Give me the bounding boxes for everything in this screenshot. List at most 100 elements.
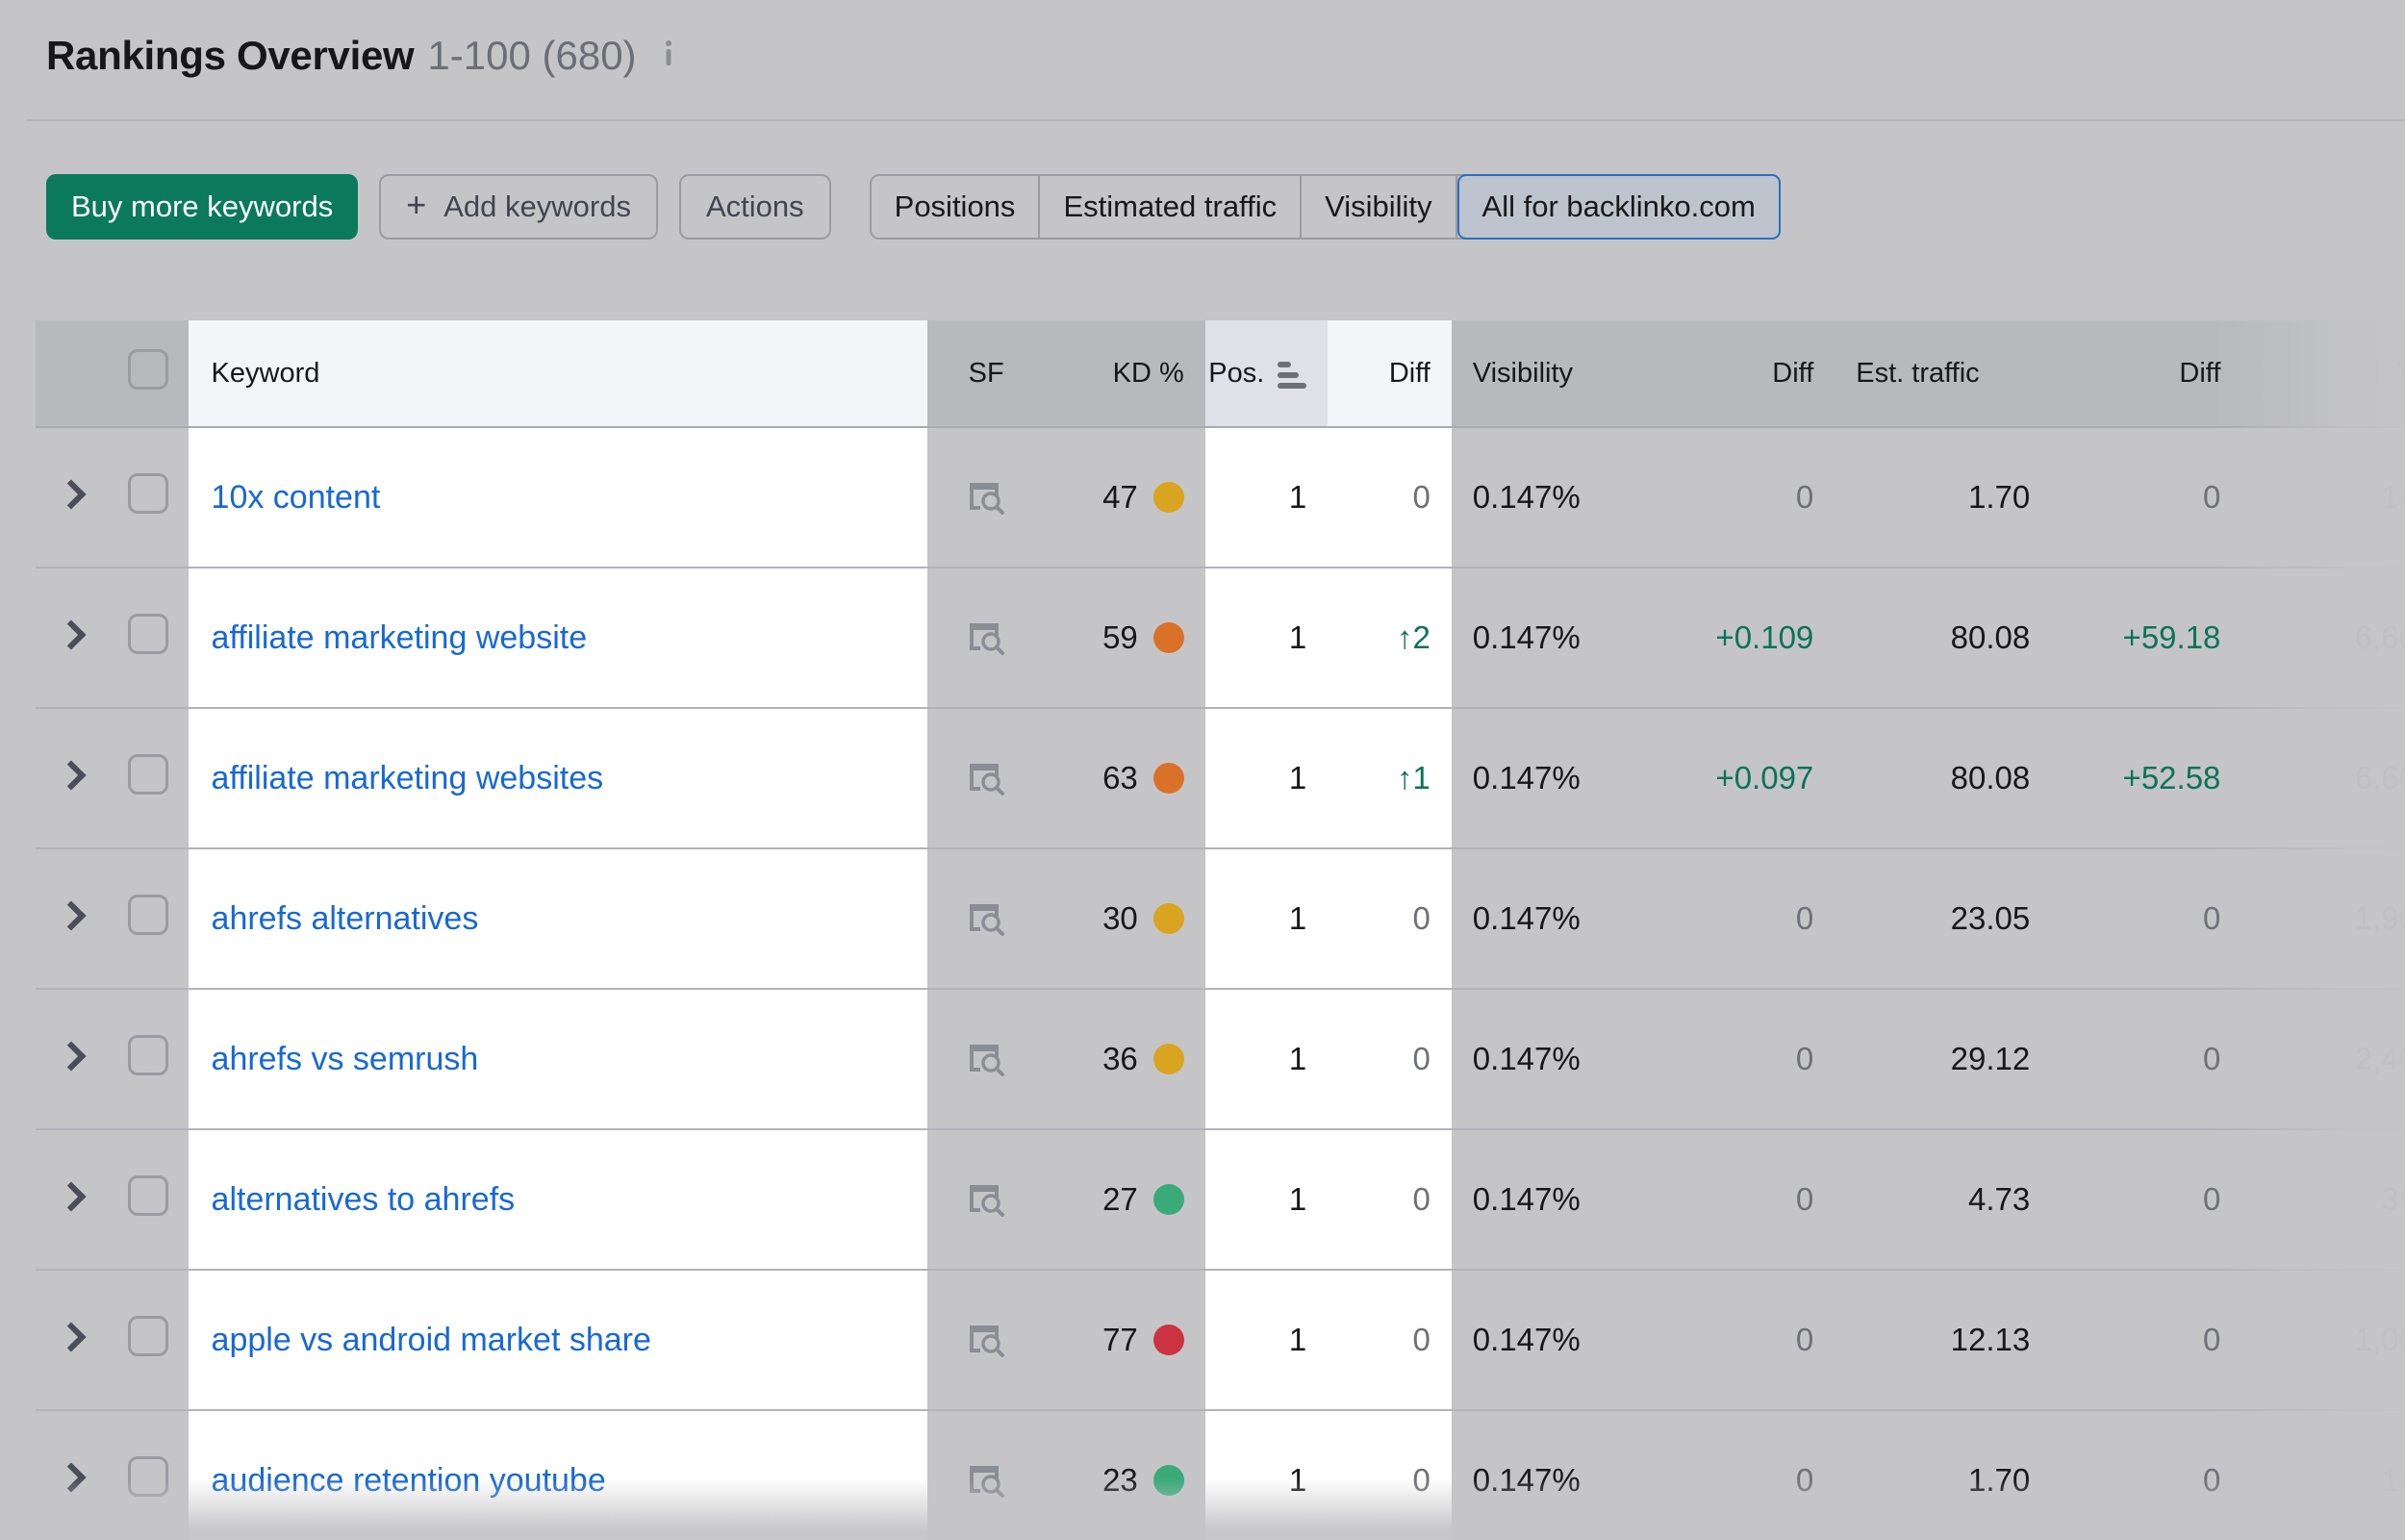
serp-features-cell[interactable] [927, 1410, 1046, 1540]
keyword-link[interactable]: apple vs android market share [212, 1322, 651, 1358]
serp-features-cell[interactable] [927, 848, 1046, 989]
row-select-cell[interactable] [108, 708, 189, 848]
column-header-diff-pos[interactable]: Diff [1328, 320, 1452, 427]
est-traffic-cell: 80.08 [1835, 568, 2051, 708]
expand-row-button[interactable] [36, 1129, 108, 1270]
keyword-link[interactable]: affiliate marketing website [212, 619, 588, 656]
keyword-cell[interactable]: affiliate marketing websites [189, 708, 927, 848]
position-diff-cell: 0 [1328, 989, 1452, 1129]
table-row[interactable]: alternatives to ahrefs27100.147%04.73039 [36, 1129, 2405, 1270]
keyword-cell[interactable]: affiliate marketing website [189, 568, 927, 708]
column-header-visibility[interactable]: Visibility [1452, 320, 1637, 427]
column-header-kd[interactable]: KD % [1046, 320, 1205, 427]
keyword-cell[interactable]: apple vs android market share [189, 1270, 927, 1410]
keyword-cell[interactable]: ahrefs vs semrush [189, 989, 927, 1129]
serp-features-cell[interactable] [927, 1129, 1046, 1270]
visibility-cell: 0.147% [1452, 568, 1637, 708]
info-icon[interactable] [656, 38, 681, 67]
column-header-sf[interactable]: SF [927, 320, 1046, 427]
tab-positions[interactable]: Positions [872, 176, 1041, 238]
expand-row-button[interactable] [36, 989, 108, 1129]
view-mode-segmented-control: Positions Estimated traffic Visibility A… [870, 174, 1781, 240]
row-checkbox[interactable] [128, 1316, 168, 1356]
row-checkbox[interactable] [128, 754, 168, 795]
keyword-link[interactable]: ahrefs vs semrush [212, 1041, 479, 1077]
serp-features-cell[interactable] [927, 427, 1046, 568]
kd-cell: 77 [1046, 1270, 1205, 1410]
row-checkbox[interactable] [128, 895, 168, 935]
keyword-link[interactable]: affiliate marketing websites [212, 760, 604, 796]
keyword-cell[interactable]: alternatives to ahrefs [189, 1129, 927, 1270]
row-select-cell[interactable] [108, 427, 189, 568]
keyword-link[interactable]: ahrefs alternatives [212, 900, 479, 937]
expand-row-button[interactable] [36, 1270, 108, 1410]
row-checkbox[interactable] [128, 1175, 168, 1216]
tab-visibility[interactable]: Visibility [1302, 176, 1456, 238]
row-select-cell[interactable] [108, 848, 189, 989]
table-row[interactable]: affiliate marketing website591↑20.147%+0… [36, 568, 2405, 708]
rankings-table-container[interactable]: Keyword SF KD % Pos. Diff Visibility Dif… [36, 320, 2405, 1540]
volume-cell: 14 [2241, 1410, 2405, 1540]
row-select-cell[interactable] [108, 1410, 189, 1540]
column-header-diff-visibility[interactable]: Diff [1637, 320, 1835, 427]
kd-value: 47 [1102, 479, 1138, 516]
select-all-header[interactable] [108, 320, 189, 427]
row-checkbox[interactable] [128, 473, 168, 514]
tab-estimated-traffic[interactable]: Estimated traffic [1040, 176, 1302, 238]
kd-value: 59 [1102, 619, 1138, 656]
keyword-link[interactable]: audience retention youtube [212, 1462, 606, 1499]
table-row[interactable]: affiliate marketing websites631↑10.147%+… [36, 708, 2405, 848]
row-select-cell[interactable] [108, 568, 189, 708]
visibility-cell: 0.147% [1452, 1410, 1637, 1540]
expand-row-button[interactable] [36, 427, 108, 568]
table-row[interactable]: 10x content47100.147%01.70014 [36, 427, 2405, 568]
table-row[interactable]: apple vs android market share77100.147%0… [36, 1270, 2405, 1410]
position-diff-cell: 0 [1328, 848, 1452, 989]
visibility-cell: 0.147% [1452, 427, 1637, 568]
kd-cell: 23 [1046, 1410, 1205, 1540]
row-checkbox[interactable] [128, 1035, 168, 1075]
est-traffic-cell: 1.70 [1835, 1410, 2051, 1540]
kd-value: 27 [1102, 1181, 1138, 1218]
select-all-checkbox[interactable] [128, 349, 168, 390]
column-header-est-traffic[interactable]: Est. traffic [1835, 320, 2051, 427]
header-divider [27, 119, 2405, 121]
serp-features-cell[interactable] [927, 1270, 1046, 1410]
keyword-cell[interactable]: audience retention youtube [189, 1410, 927, 1540]
kd-value: 23 [1102, 1462, 1138, 1499]
row-select-cell[interactable] [108, 1270, 189, 1410]
expand-row-button[interactable] [36, 1410, 108, 1540]
keyword-link[interactable]: 10x content [212, 479, 381, 516]
buy-more-keywords-button[interactable]: Buy more keywords [46, 174, 358, 240]
serp-features-cell[interactable] [927, 989, 1046, 1129]
expand-row-button[interactable] [36, 568, 108, 708]
row-select-cell[interactable] [108, 1129, 189, 1270]
row-checkbox[interactable] [128, 1456, 168, 1497]
expand-row-button[interactable] [36, 848, 108, 989]
visibility-diff-cell: 0 [1637, 989, 1835, 1129]
serp-features-cell[interactable] [927, 708, 1046, 848]
position-diff-cell: 0 [1328, 427, 1452, 568]
est-traffic-cell: 29.12 [1835, 989, 2051, 1129]
serp-features-cell[interactable] [927, 568, 1046, 708]
visibility-cell: 0.147% [1452, 989, 1637, 1129]
expand-row-button[interactable] [36, 708, 108, 848]
row-checkbox[interactable] [128, 614, 168, 654]
table-row[interactable]: ahrefs vs semrush36100.147%029.1202,40 [36, 989, 2405, 1129]
tab-all-for-domain[interactable]: All for backlinko.com [1457, 174, 1781, 240]
position-cell: 1 [1205, 708, 1328, 848]
actions-button[interactable]: Actions [679, 174, 831, 240]
chevron-right-icon [57, 1462, 87, 1492]
row-select-cell[interactable] [108, 989, 189, 1129]
keyword-cell[interactable]: 10x content [189, 427, 927, 568]
column-header-volume[interactable]: V [2241, 320, 2405, 427]
column-header-pos[interactable]: Pos. [1205, 320, 1328, 427]
column-header-keyword[interactable]: Keyword [189, 320, 927, 427]
table-row[interactable]: audience retention youtube23100.147%01.7… [36, 1410, 2405, 1540]
keyword-link[interactable]: alternatives to ahrefs [212, 1181, 516, 1218]
table-row[interactable]: ahrefs alternatives30100.147%023.0501,90 [36, 848, 2405, 989]
column-header-diff-est-traffic[interactable]: Diff [2051, 320, 2241, 427]
position-diff-cell: 0 [1328, 1270, 1452, 1410]
add-keywords-button[interactable]: + Add keywords [379, 174, 658, 240]
keyword-cell[interactable]: ahrefs alternatives [189, 848, 927, 989]
